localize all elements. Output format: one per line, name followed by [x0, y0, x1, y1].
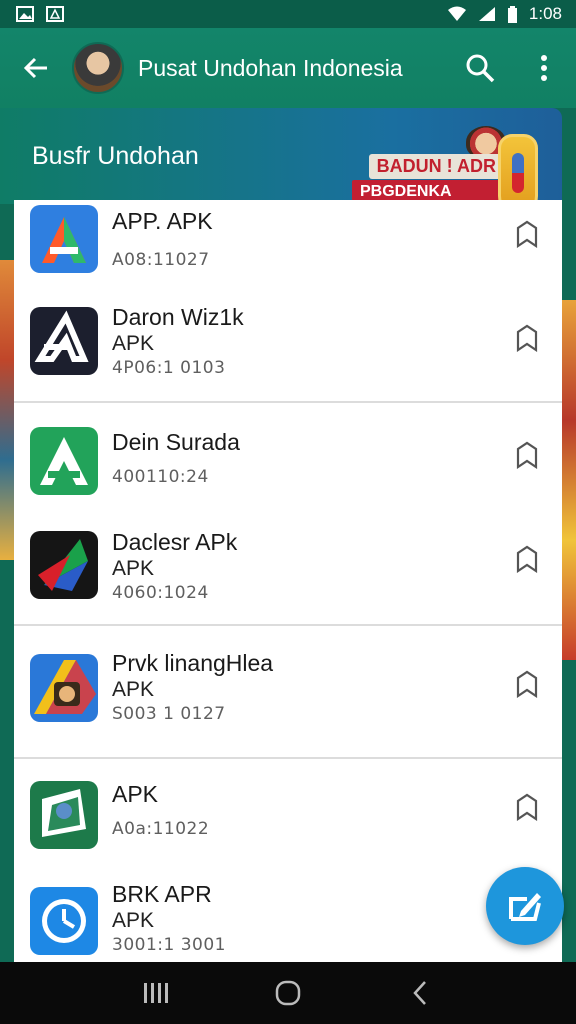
status-bar: 1:08: [0, 0, 576, 28]
item-name: APK: [112, 781, 159, 807]
item-code: 400110:24: [112, 467, 209, 487]
status-time: 1:08: [528, 4, 562, 23]
app-play-dark-icon: [30, 531, 98, 599]
list-item[interactable]: Daron Wiz1k APK 4P06:1 0103: [14, 300, 562, 400]
more-vert-icon: [541, 55, 547, 81]
item-code: 4060:1024: [112, 583, 209, 603]
item-text: Daron Wiz1k APK 4P06:1 0103: [112, 302, 244, 380]
item-name: BRK APR: [112, 881, 212, 907]
back-nav-button[interactable]: [400, 973, 440, 1013]
app-a-blue-icon: [30, 205, 98, 273]
item-name: Daclesr APk: [112, 529, 238, 555]
app-bar: Pusat Undohan Indonesia: [0, 28, 576, 108]
recents-icon: [144, 983, 168, 1003]
header-card: Busfr Undohan BADUN ! ADR PBGDENKA OSOAN: [0, 108, 562, 222]
item-code: A0a:11022: [112, 819, 210, 839]
list-group: APP. APK A08:11027 Daron Wiz1k APK 4P06:…: [14, 200, 562, 403]
bookmark-icon[interactable]: [514, 441, 540, 469]
search-button[interactable]: [448, 28, 512, 108]
status-right: 1:08: [447, 4, 562, 24]
app-map-icon: [30, 781, 98, 849]
list-item[interactable]: APK A0a:11022: [14, 773, 562, 863]
app-a-black-icon: [30, 307, 98, 375]
home-button[interactable]: [268, 973, 308, 1013]
item-code: S003 1 0127: [112, 704, 226, 724]
app-list: APP. APK A08:11027 Daron Wiz1k APK 4P06:…: [14, 200, 562, 962]
item-name: Dein Surada: [112, 429, 240, 455]
app-clock-icon: [30, 887, 98, 955]
list-item[interactable]: Dein Surada 400110:24: [14, 415, 562, 509]
more-options-button[interactable]: [512, 28, 576, 108]
list-group: Prvk linangHlea APK S003 1 0127: [14, 626, 562, 759]
item-name: Daron Wiz1k: [112, 304, 244, 330]
list-item[interactable]: BRK APR APK 3001:1 3001: [14, 871, 562, 962]
app-title: Pusat Undohan Indonesia: [138, 54, 403, 81]
back-arrow-icon: [23, 57, 47, 79]
list-group: Dein Surada 400110:24 Daclesr APk APK 40…: [14, 403, 562, 626]
battery-icon: [507, 5, 517, 23]
item-type: APK: [112, 332, 155, 355]
item-type: APK: [112, 557, 155, 580]
back-icon: [413, 981, 426, 1005]
status-left: [16, 6, 64, 22]
compose-fab[interactable]: [486, 867, 564, 945]
bookmark-icon[interactable]: [514, 220, 540, 248]
back-button[interactable]: [0, 28, 72, 108]
item-name: Prvk linangHlea: [112, 650, 274, 676]
item-text: BRK APR APK 3001:1 3001: [112, 879, 226, 957]
list-item[interactable]: APP. APK A08:11027: [14, 200, 562, 290]
item-text: Dein Surada 400110:24: [112, 427, 240, 489]
item-text: Daclesr APk APK 4060:1024: [112, 527, 237, 605]
bookmark-icon[interactable]: [514, 545, 540, 573]
item-type: APK: [112, 909, 155, 932]
item-text: APP. APK A08:11027: [112, 206, 213, 272]
promo-banner[interactable]: BADUN ! ADR PBGDENKA OSOAN: [352, 124, 548, 222]
navigation-bar: [0, 962, 576, 1024]
home-icon: [275, 980, 301, 1006]
list-group: APK A0a:11022 BRK APR APK 3001:1 3001: [14, 759, 562, 962]
item-code: 4P06:1 0103: [112, 358, 226, 378]
app-a-green-icon: [30, 427, 98, 495]
item-name: APP. APK: [112, 208, 213, 234]
notification-icon: [46, 6, 64, 22]
background-decoration-right: [562, 300, 576, 660]
signal-icon: [478, 7, 495, 21]
edit-icon: [509, 893, 541, 921]
bookmark-icon[interactable]: [514, 793, 540, 821]
item-code: 3001:1 3001: [112, 935, 226, 955]
item-text: APK A0a:11022: [112, 779, 209, 841]
recents-button[interactable]: [136, 973, 176, 1013]
list-item[interactable]: Prvk linangHlea APK S003 1 0127: [14, 642, 562, 742]
list-item[interactable]: Daclesr APk APK 4060:1024: [14, 517, 562, 617]
wifi-icon: [447, 6, 466, 21]
app-drive-icon: [30, 654, 98, 722]
item-text: Prvk linangHlea APK S003 1 0127: [112, 648, 273, 726]
banner-line1: BADUN ! ADR: [368, 154, 504, 179]
item-type: APK: [112, 678, 155, 701]
item-code: A08:11027: [112, 250, 210, 270]
bookmark-icon[interactable]: [514, 324, 540, 352]
header-title: Busfr Undohan: [32, 142, 199, 170]
search-icon: [466, 54, 495, 83]
background-decoration-left: [0, 260, 14, 560]
bookmark-icon[interactable]: [514, 670, 540, 698]
image-icon: [16, 6, 34, 22]
avatar[interactable]: [72, 42, 124, 94]
